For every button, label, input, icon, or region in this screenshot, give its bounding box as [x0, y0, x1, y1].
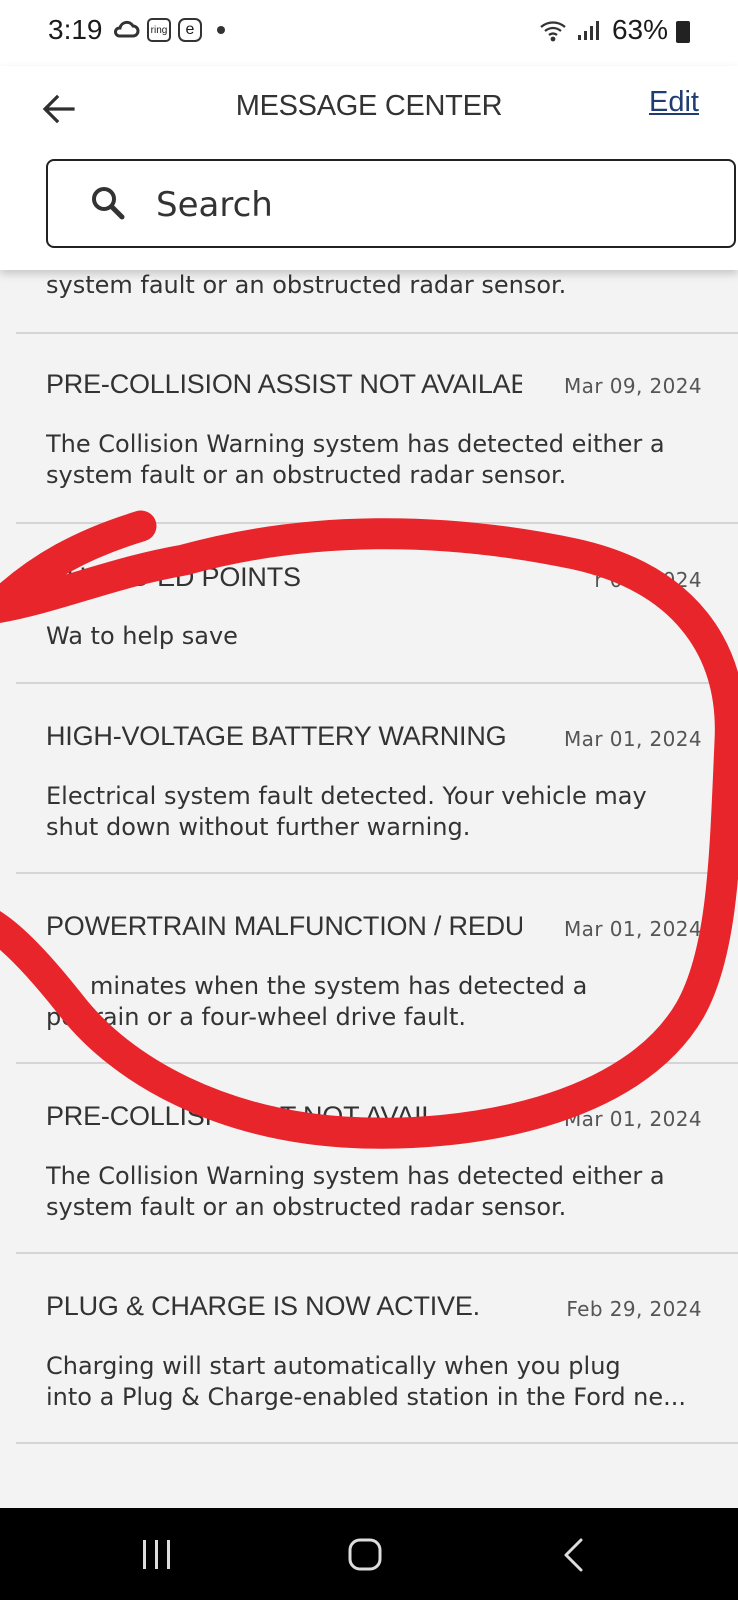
message-body-line: system fault or an obstructed radar sens… — [46, 461, 567, 489]
home-icon[interactable] — [330, 1532, 400, 1578]
message-date: Mar 01, 2024 — [564, 727, 702, 751]
message-body-line: shut down without further warning. — [46, 813, 471, 841]
message-body-line: Electrical system fault detected. Your v… — [46, 782, 647, 810]
android-navigation-bar — [0, 1508, 738, 1600]
page-title: MESSAGE CENTER — [235, 90, 503, 122]
message-subject: PRE-COLLISION ASSIST NOT AVAILABLE — [46, 369, 522, 399]
message-row[interactable]: PLUG & CHARGE IS NOW ACTIVE. Feb 29, 202… — [16, 1254, 738, 1444]
message-body-line: system fault or an obstructed radar sens… — [46, 271, 567, 299]
message-row[interactable]: PRE-COLLISI SSIST NOT AVAIL Mar 01, 2024… — [16, 1064, 738, 1254]
message-body: Wa to help save — [46, 621, 696, 652]
battery-icon — [676, 21, 690, 43]
message-row[interactable]: PRE-COLLISION ASSIST NOT AVAILABLE Mar 0… — [16, 334, 738, 524]
message-body-line: Charging will start automatically when y… — [46, 1352, 621, 1380]
message-body-line: minates when the system has detected a — [90, 972, 588, 1000]
battery-percent: 63% — [611, 14, 668, 45]
message-row-partial[interactable]: system fault or an obstructed radar sens… — [16, 268, 738, 334]
message-body: Charging will start automatically when y… — [46, 1351, 696, 1413]
message-body-line: The Collision Warning system has detecte… — [46, 430, 665, 458]
message-row[interactable]: POWERTRAIN MALFUNCTION / REDUC... Mar 01… — [16, 874, 738, 1064]
search-field[interactable] — [46, 159, 736, 248]
message-body-line: system fault or an obstructed radar sens… — [46, 1193, 567, 1221]
search-input[interactable] — [154, 161, 698, 248]
message-subject: OU RED ED POINTS — [46, 562, 301, 592]
message-date: Mar 01, 2024 — [564, 917, 702, 941]
message-date: r 08, 2024 — [594, 568, 702, 592]
message-date: Feb 29, 2024 — [566, 1297, 702, 1321]
system-status-icons: 63% — [538, 14, 690, 46]
message-body: The Collision Warning system has detecte… — [46, 429, 696, 491]
edit-button[interactable]: Edit — [649, 86, 699, 119]
dot-icon — [217, 26, 225, 34]
message-body-line: po train or a four-wheel drive fault. — [46, 1003, 466, 1031]
message-center-header: MESSAGE CENTER Edit — [0, 66, 738, 270]
ring-label: ring — [150, 24, 168, 36]
message-subject: POWERTRAIN MALFUNCTION / REDUC... — [46, 911, 522, 941]
e-label: e — [185, 21, 195, 38]
search-icon — [92, 187, 125, 220]
message-body-line: into a Plug & Charge-enabled station in … — [46, 1383, 687, 1411]
message-list[interactable]: system fault or an obstructed radar sens… — [16, 268, 738, 1508]
message-date: Mar 09, 2024 — [564, 374, 702, 398]
message-body: minates when the system has detected a p… — [46, 971, 696, 1033]
message-body-line: Wa to help save — [46, 622, 238, 650]
status-bar: 3:19 ring e 63% — [0, 0, 738, 66]
message-row[interactable]: HIGH-VOLTAGE BATTERY WARNING Mar 01, 202… — [16, 684, 738, 874]
wifi-icon — [540, 21, 566, 42]
cell-signal-icon — [577, 21, 599, 40]
message-body: Electrical system fault detected. Your v… — [46, 781, 696, 843]
recents-icon[interactable] — [122, 1532, 192, 1578]
message-subject: PRE-COLLISI SSIST NOT AVAIL — [46, 1101, 437, 1131]
message-body: system fault or an obstructed radar sens… — [46, 270, 696, 301]
e-icon: e — [178, 18, 202, 42]
message-body-line: The Collision Warning system has detecte… — [46, 1162, 665, 1190]
message-body: The Collision Warning system has detecte… — [46, 1161, 696, 1223]
message-row[interactable]: OU RED ED POINTS r 08, 2024 Wa to help s… — [16, 524, 738, 684]
message-subject: HIGH-VOLTAGE BATTERY WARNING — [46, 721, 507, 751]
back-icon[interactable] — [538, 1532, 608, 1578]
message-subject: PLUG & CHARGE IS NOW ACTIVE. — [46, 1291, 480, 1321]
ring-icon: ring — [147, 18, 171, 42]
cloud-icon — [114, 20, 140, 38]
message-date: Mar 01, 2024 — [564, 1107, 702, 1131]
status-time: 3:19 — [48, 14, 103, 45]
notification-icons: ring e — [114, 18, 225, 42]
